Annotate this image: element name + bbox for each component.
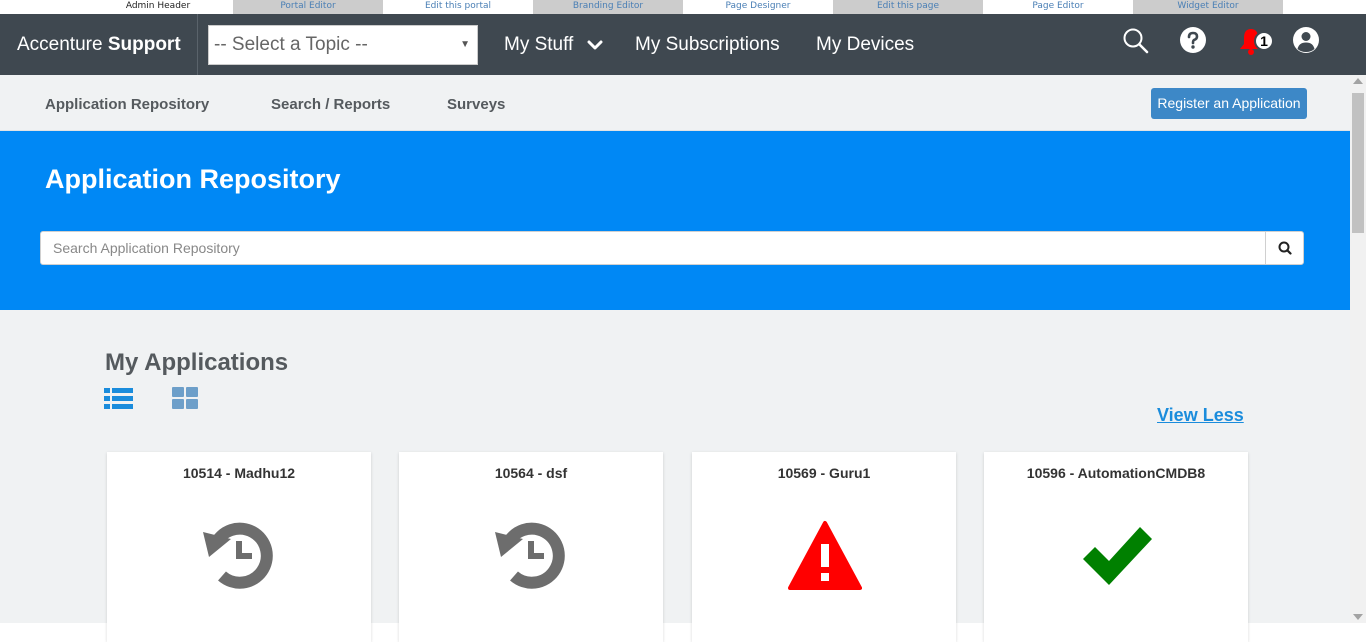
search-input[interactable] <box>41 232 1266 264</box>
scroll-down-arrow-icon[interactable] <box>1353 614 1363 620</box>
subnav-surveys[interactable]: Surveys <box>447 75 505 135</box>
admin-tab-strip: Admin Header Portal Editor Edit this por… <box>0 0 1366 14</box>
admin-tab-edit-portal[interactable]: Edit this portal <box>383 0 533 14</box>
admin-tab-page-designer[interactable]: Page Designer <box>683 0 833 14</box>
card-title: 10514 - Madhu12 <box>182 465 296 481</box>
brand-logo[interactable]: Accenture Support <box>0 14 198 75</box>
chevron-down-icon <box>587 40 603 50</box>
card-title: 10596 - AutomationCMDB8 <box>1026 465 1206 481</box>
scrollbar-thumb[interactable] <box>1352 93 1364 233</box>
admin-tab-portal-editor[interactable]: Portal Editor <box>233 0 383 14</box>
brand-bold: Support <box>107 34 181 55</box>
admin-tab-widget-editor[interactable]: Widget Editor <box>1133 0 1283 14</box>
sub-navbar: Application Repository Search / Reports … <box>0 75 1350 131</box>
history-icon <box>203 522 273 589</box>
admin-tab-edit-page[interactable]: Edit this page <box>833 0 983 14</box>
repository-search <box>40 231 1304 265</box>
subnav-search-reports[interactable]: Search / Reports <box>271 75 390 135</box>
topic-select[interactable]: -- Select a Topic -- ▼ <box>208 25 478 65</box>
search-icon[interactable] <box>1121 26 1151 56</box>
history-icon <box>495 522 565 589</box>
nav-my-stuff-label: My Stuff <box>504 34 574 55</box>
scroll-up-arrow-icon[interactable] <box>1353 78 1363 84</box>
page-scrollbar[interactable] <box>1350 75 1366 623</box>
admin-tab-admin-header[interactable]: Admin Header <box>83 0 233 14</box>
application-card[interactable]: 10569 - Guru1 <box>692 452 956 642</box>
main-content: My Applications View Less 10514 - Madhu1… <box>0 310 1350 642</box>
help-icon[interactable] <box>1179 26 1209 56</box>
brand-prefix: Accenture <box>17 34 103 55</box>
admin-tab-page-editor[interactable]: Page Editor <box>983 0 1133 14</box>
hero-banner: Application Repository <box>0 131 1350 310</box>
list-view-icon[interactable] <box>104 386 134 412</box>
admin-tab-branding-editor[interactable]: Branding Editor <box>533 0 683 14</box>
notification-badge: 1 <box>1254 31 1274 51</box>
check-icon <box>1083 527 1152 585</box>
top-navbar: Accenture Support -- Select a Topic -- ▼… <box>0 14 1366 75</box>
grid-view-icon[interactable] <box>171 386 201 412</box>
application-card[interactable]: 10596 - AutomationCMDB8 <box>984 452 1248 642</box>
application-card[interactable]: 10514 - Madhu12 <box>107 452 371 642</box>
nav-my-stuff[interactable]: My Stuff <box>504 14 603 75</box>
view-less-link[interactable]: View Less <box>1157 405 1244 426</box>
user-icon[interactable] <box>1292 26 1322 56</box>
card-title: 10569 - Guru1 <box>777 465 871 481</box>
topic-select-value: -- Select a Topic -- <box>214 34 368 55</box>
caret-down-icon: ▼ <box>460 39 470 50</box>
search-icon <box>1278 241 1292 255</box>
subnav-application-repository[interactable]: Application Repository <box>45 75 209 135</box>
page-title: Application Repository <box>45 164 341 194</box>
nav-my-devices[interactable]: My Devices <box>816 14 914 75</box>
warning-icon <box>788 521 862 590</box>
search-button[interactable] <box>1265 232 1303 264</box>
nav-my-subscriptions[interactable]: My Subscriptions <box>635 14 780 75</box>
application-card[interactable]: 10564 - dsf <box>399 452 663 642</box>
register-application-button[interactable]: Register an Application <box>1151 88 1307 119</box>
section-title: My Applications <box>105 349 289 376</box>
card-title: 10564 - dsf <box>494 465 568 481</box>
